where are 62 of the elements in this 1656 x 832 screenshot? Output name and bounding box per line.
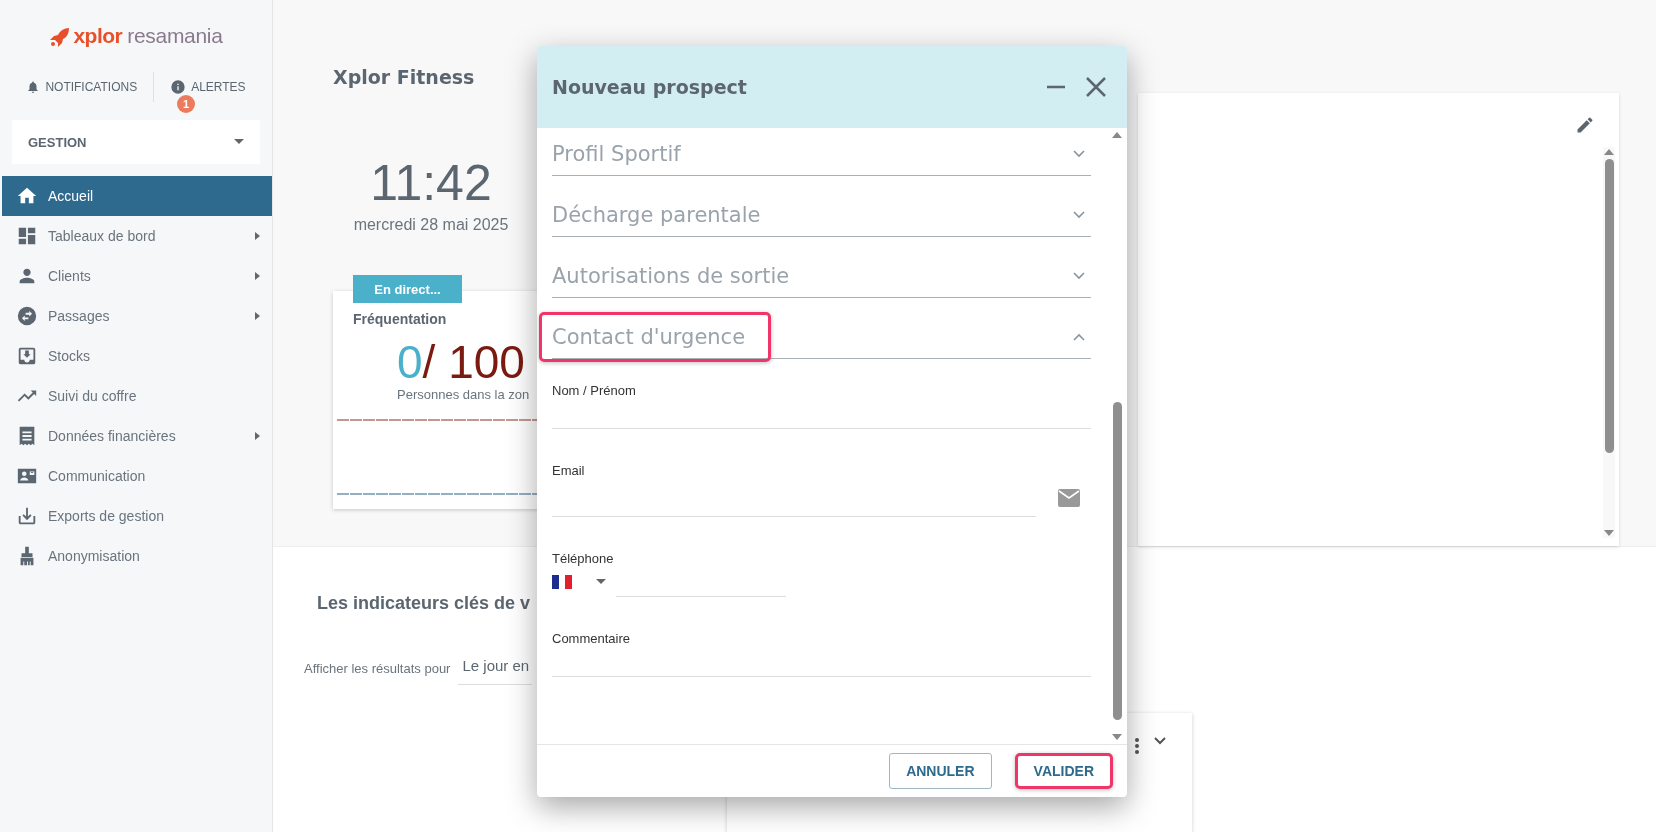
flag-icon[interactable]	[552, 574, 572, 589]
chevron-up-icon	[1073, 332, 1085, 341]
download-icon	[16, 505, 38, 527]
submit-button[interactable]: VALIDER	[1014, 753, 1113, 789]
field-label: Email	[552, 463, 586, 478]
info-icon	[170, 79, 187, 95]
sidebar-item[interactable]: Clients	[2, 256, 272, 296]
sidebar-item[interactable]: Accueil	[2, 176, 272, 216]
accordion-header[interactable]: Profil Sportif	[552, 132, 1091, 176]
close-icon[interactable]	[1085, 76, 1107, 98]
sidebar-item[interactable]: Suivi du coffre	[2, 376, 272, 416]
period-select[interactable]: Le jour en	[458, 652, 533, 685]
module-select[interactable]: GESTION	[12, 120, 260, 164]
sidebar-item[interactable]: Passages	[2, 296, 272, 336]
clock-date: mercredi 28 mai 2025	[352, 216, 510, 234]
chevron-down-icon[interactable]	[1154, 737, 1166, 745]
notifications-link[interactable]: NOTIFICATIONS	[22, 79, 142, 111]
field-label: Téléphone	[552, 551, 615, 566]
edit-icon[interactable]	[1575, 115, 1595, 135]
sidebar-item[interactable]: Exports de gestion	[2, 496, 272, 536]
alert-count-badge: 1	[177, 95, 196, 113]
count-caption: Personnes dans la zon	[397, 387, 530, 402]
scroll-up-icon[interactable]	[1112, 132, 1122, 138]
accordion-header[interactable]: Contact d'urgence	[552, 315, 1091, 359]
sidebar-item[interactable]: Communication	[2, 456, 272, 496]
sidebar-item[interactable]: Données financières	[2, 416, 272, 456]
inbox-icon	[16, 345, 38, 367]
filter-label: Afficher les résultats pour	[304, 661, 451, 676]
sidebar-item[interactable]: Stocks	[2, 336, 272, 376]
current-count: 0	[397, 336, 423, 388]
scrollbar[interactable]	[1603, 147, 1615, 538]
chevron-down-icon	[1073, 149, 1085, 158]
site-title: Xplor Fitness	[333, 66, 475, 88]
rocket-icon	[49, 27, 72, 47]
field-label: Nom / Prénom	[552, 383, 637, 398]
accordion-header[interactable]: Décharge parentale	[552, 193, 1091, 237]
caret-icon	[234, 139, 244, 145]
scroll-up-icon[interactable]	[1604, 149, 1614, 155]
envelope-icon	[1058, 488, 1080, 507]
logo-product-text: resamania	[127, 24, 223, 48]
cancel-button[interactable]: ANNULER	[889, 753, 992, 789]
more-icon[interactable]	[1134, 737, 1140, 755]
dashboard-icon	[16, 225, 38, 247]
field-label: Commentaire	[552, 631, 632, 646]
bell-icon	[26, 79, 41, 95]
dialog-title: Nouveau prospect	[552, 76, 748, 98]
logo-brand-text: xplor	[73, 24, 123, 48]
swap-icon	[16, 305, 38, 327]
chevron-down-icon	[1073, 271, 1085, 280]
scroll-down-icon[interactable]	[1112, 734, 1122, 740]
accordion-header[interactable]: Autorisations de sortie	[552, 254, 1091, 298]
section-title: Les indicateurs clés de v	[317, 593, 532, 614]
card-title: Fréquentation	[353, 311, 447, 327]
scroll-down-icon[interactable]	[1604, 530, 1614, 536]
chevron-down-icon	[1073, 210, 1085, 219]
alerts-link[interactable]: ALERTES 1	[166, 79, 250, 111]
capacity-count: / 100	[422, 336, 525, 388]
live-tag: En direct...	[353, 275, 462, 303]
caret-icon[interactable]	[596, 578, 606, 585]
clock-time: 11:42	[369, 154, 493, 212]
sidebar-item[interactable]: Tableaux de bord	[2, 216, 272, 256]
sidebar-item[interactable]: Anonymisation	[2, 536, 272, 576]
